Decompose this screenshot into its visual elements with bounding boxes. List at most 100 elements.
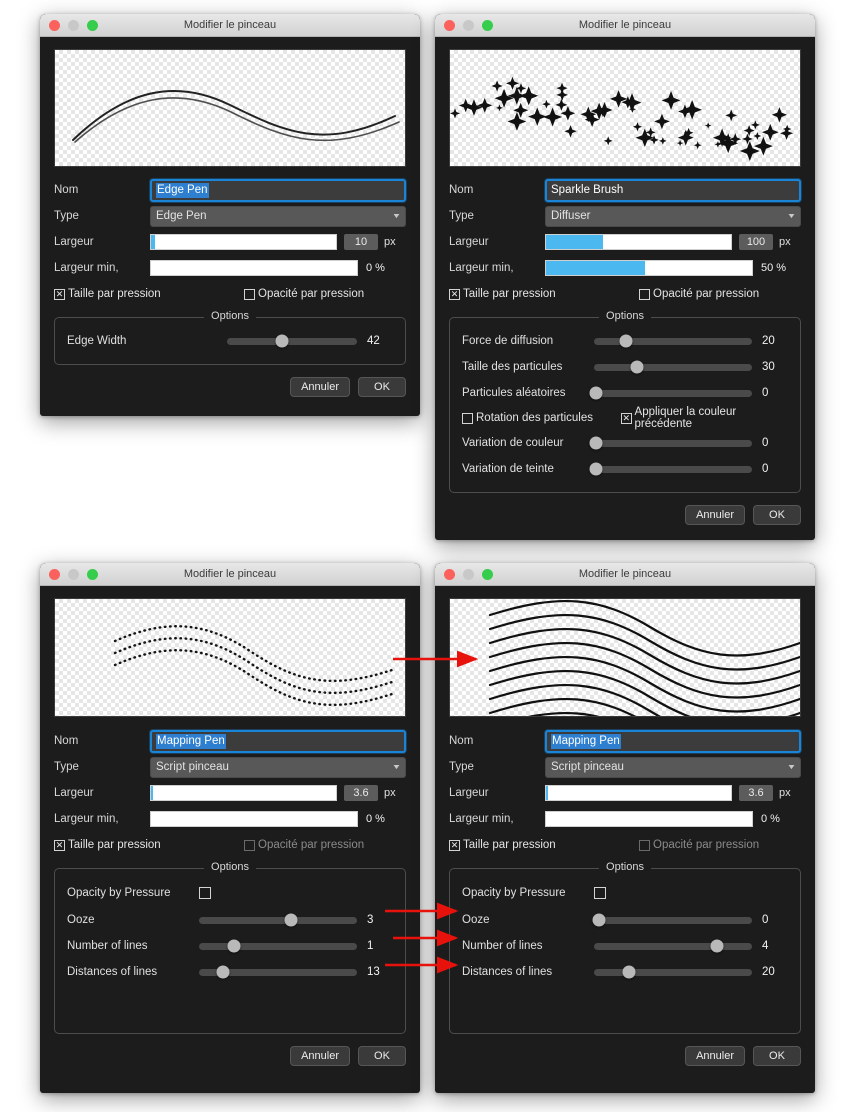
option-slider[interactable] <box>594 360 752 374</box>
option-slider[interactable] <box>199 913 357 927</box>
minimize-icon[interactable] <box>463 568 474 580</box>
option-value: 13 <box>367 966 380 978</box>
largeur-slider[interactable] <box>150 234 337 250</box>
slider-knob[interactable] <box>275 334 289 348</box>
ok-button[interactable]: OK <box>358 377 406 397</box>
slider-knob[interactable] <box>592 913 606 927</box>
option-slider[interactable] <box>589 462 752 476</box>
largeur-min-slider[interactable] <box>545 811 753 827</box>
option-value: 3 <box>367 914 374 926</box>
window-edit-brush-mapping-pen-before[interactable]: Modifier le pinceau Nom Mapping Pen Type… <box>40 563 420 1093</box>
slider-knob[interactable] <box>622 965 636 979</box>
largeur-min-slider[interactable] <box>150 260 358 276</box>
label-nom: Nom <box>449 735 474 747</box>
titlebar[interactable]: Modifier le pinceau <box>40 563 420 586</box>
largeur-value[interactable]: 3.6 <box>344 785 378 801</box>
largeur-slider[interactable] <box>545 785 732 801</box>
zoom-icon[interactable] <box>482 19 493 31</box>
window-edit-brush-sparkle[interactable]: Modifier le pinceau Nom Sparkle Brush Ty… <box>435 14 815 540</box>
name-input[interactable]: Sparkle Brush <box>545 178 801 202</box>
option-slider[interactable] <box>589 436 752 450</box>
checkbox-unchecked-icon[interactable] <box>594 887 606 899</box>
minimize-icon[interactable] <box>68 568 79 580</box>
opacity-by-pressure-checkbox[interactable]: Opacité par pression <box>639 288 759 300</box>
row-largeur-min: Largeur min, 0 % <box>54 255 406 281</box>
size-by-pressure-checkbox[interactable]: ✕ Taille par pression <box>449 839 639 851</box>
type-select[interactable]: Edge Pen ▼ <box>150 205 406 227</box>
row-name: Nom Sparkle Brush <box>449 177 801 203</box>
opacity-by-pressure-checkbox[interactable]: Opacité par pression <box>244 839 364 851</box>
option-slider[interactable] <box>594 334 752 348</box>
size-by-pressure-checkbox[interactable]: ✕ Taille par pression <box>54 288 244 300</box>
close-icon[interactable] <box>444 568 455 580</box>
option-slider[interactable] <box>589 386 752 400</box>
option-slider[interactable] <box>227 334 357 348</box>
titlebar[interactable]: Modifier le pinceau <box>435 14 815 37</box>
name-input[interactable]: Mapping Pen <box>545 729 801 753</box>
checkbox-checked-icon: ✕ <box>449 839 460 851</box>
slider-knob[interactable] <box>284 913 298 927</box>
largeur-slider-fill <box>546 235 604 249</box>
option-slider[interactable] <box>199 939 357 953</box>
slider-knob[interactable] <box>216 965 230 979</box>
traffic-lights[interactable] <box>49 19 98 31</box>
slider-knob[interactable] <box>710 939 724 953</box>
traffic-lights[interactable] <box>444 19 493 31</box>
ok-button[interactable]: OK <box>358 1046 406 1066</box>
largeur-slider[interactable] <box>545 234 732 250</box>
window-edit-brush-mapping-pen-after[interactable]: Modifier le pinceau Nom Mapping Pen Type… <box>435 563 815 1093</box>
name-input[interactable]: Edge Pen <box>150 178 406 202</box>
ok-button[interactable]: OK <box>753 505 801 525</box>
traffic-lights[interactable] <box>444 568 493 580</box>
largeur-value[interactable]: 100 <box>739 234 773 250</box>
slider-knob[interactable] <box>227 939 241 953</box>
close-icon[interactable] <box>444 19 455 31</box>
largeur-min-slider[interactable] <box>150 811 358 827</box>
slider-knob[interactable] <box>619 334 633 348</box>
type-select[interactable]: Script pinceau ▼ <box>545 756 801 778</box>
size-by-pressure-checkbox[interactable]: ✕ Taille par pression <box>54 839 244 851</box>
type-select[interactable]: Script pinceau ▼ <box>150 756 406 778</box>
label-largeur: Largeur <box>54 236 94 248</box>
traffic-lights[interactable] <box>49 568 98 580</box>
largeur-min-slider[interactable] <box>545 260 753 276</box>
option-slider[interactable] <box>592 913 752 927</box>
ok-button[interactable]: OK <box>753 1046 801 1066</box>
zoom-icon[interactable] <box>87 568 98 580</box>
slider-knob[interactable] <box>589 436 603 450</box>
size-by-pressure-checkbox[interactable]: ✕ Taille par pression <box>449 288 639 300</box>
rotate-particles-checkbox[interactable]: Rotation des particules <box>462 412 621 424</box>
slider-knob[interactable] <box>589 386 603 400</box>
zoom-icon[interactable] <box>482 568 493 580</box>
opacity-by-pressure-label: Opacité par pression <box>653 839 760 851</box>
window-edit-brush-edge-pen[interactable]: Modifier le pinceau Nom Edge Pen Type Ed… <box>40 14 420 416</box>
titlebar[interactable]: Modifier le pinceau <box>40 14 420 37</box>
option-slider[interactable] <box>199 965 357 979</box>
largeur-value[interactable]: 3.6 <box>739 785 773 801</box>
name-input[interactable]: Mapping Pen <box>150 729 406 753</box>
opacity-by-pressure-checkbox[interactable]: Opacité par pression <box>639 839 759 851</box>
cancel-button[interactable]: Annuler <box>290 377 350 397</box>
close-icon[interactable] <box>49 568 60 580</box>
option-slider[interactable] <box>594 939 752 953</box>
apply-previous-color-label: Appliquer la couleur précédente <box>634 406 737 430</box>
titlebar[interactable]: Modifier le pinceau <box>435 563 815 586</box>
option-slider[interactable] <box>594 965 752 979</box>
type-select[interactable]: Diffuser ▼ <box>545 205 801 227</box>
checkbox-unchecked-icon[interactable] <box>199 887 211 899</box>
opacity-by-pressure-checkbox[interactable]: Opacité par pression <box>244 288 364 300</box>
option-row: Variation de teinte 0 <box>462 456 788 482</box>
minimize-icon[interactable] <box>463 19 474 31</box>
largeur-slider[interactable] <box>150 785 337 801</box>
close-icon[interactable] <box>49 19 60 31</box>
apply-previous-color-checkbox[interactable]: ✕ Appliquer la couleur précédente <box>621 406 788 430</box>
option-label: Number of lines <box>462 940 543 952</box>
slider-knob[interactable] <box>630 360 644 374</box>
cancel-button[interactable]: Annuler <box>290 1046 350 1066</box>
zoom-icon[interactable] <box>87 19 98 31</box>
cancel-button[interactable]: Annuler <box>685 505 745 525</box>
minimize-icon[interactable] <box>68 19 79 31</box>
cancel-button[interactable]: Annuler <box>685 1046 745 1066</box>
largeur-value[interactable]: 10 <box>344 234 378 250</box>
slider-knob[interactable] <box>589 462 603 476</box>
